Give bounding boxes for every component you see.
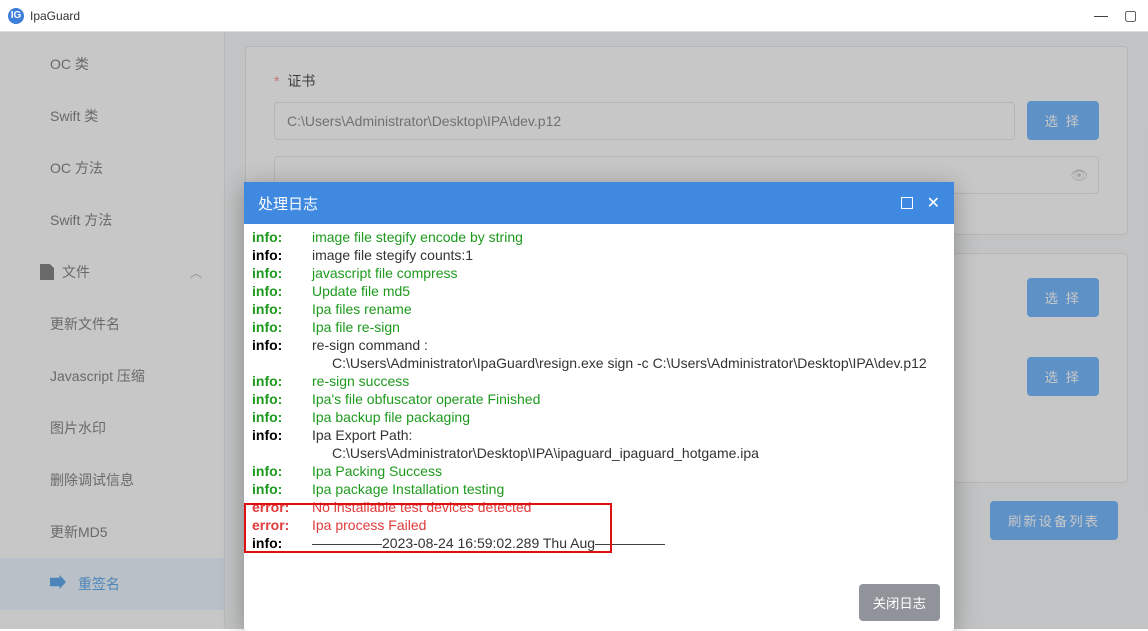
log-level: info:: [252, 247, 312, 263]
modal-header: 处理日志 ✕: [244, 182, 954, 224]
log-level: info:: [252, 229, 312, 245]
log-line: info:re-sign success: [252, 372, 946, 390]
log-level: error:: [252, 517, 312, 533]
log-line: info:Ipa file re-sign: [252, 318, 946, 336]
log-level: info:: [252, 373, 312, 389]
log-message: javascript file compress: [312, 265, 946, 281]
log-line: info:image file stegify encode by string: [252, 228, 946, 246]
log-message: Ipa's file obfuscator operate Finished: [312, 391, 946, 407]
log-line: error:Ipa process Failed: [252, 516, 946, 534]
log-message: Ipa process Failed: [312, 517, 946, 533]
log-line: info:Ipa Export Path:: [252, 426, 946, 444]
log-message: re-sign command :: [312, 337, 946, 353]
log-level: info:: [252, 535, 312, 551]
log-message: Ipa package Installation testing: [312, 481, 946, 497]
log-level: info:: [252, 391, 312, 407]
log-message: Update file md5: [312, 283, 946, 299]
log-level: info:: [252, 337, 312, 353]
close-log-button[interactable]: 关闭日志: [859, 584, 940, 621]
log-line: C:\Users\Administrator\IpaGuard\resign.e…: [252, 354, 946, 372]
log-level: info:: [252, 463, 312, 479]
log-line: C:\Users\Administrator\Desktop\IPA\ipagu…: [252, 444, 946, 462]
log-message: re-sign success: [312, 373, 946, 389]
close-icon[interactable]: ✕: [927, 193, 940, 213]
log-line: info:Ipa's file obfuscator operate Finis…: [252, 390, 946, 408]
log-message: Ipa file re-sign: [312, 319, 946, 335]
app-title: IpaGuard: [30, 9, 80, 23]
log-line: info:Ipa files rename: [252, 300, 946, 318]
log-level: info:: [252, 265, 312, 281]
log-line: info:Update file md5: [252, 282, 946, 300]
log-message: Ipa backup file packaging: [312, 409, 946, 425]
log-message: Ipa Packing Success: [312, 463, 946, 479]
window-titlebar: IG IpaGuard — ▢: [0, 0, 1148, 32]
modal-title: 处理日志: [258, 193, 318, 214]
log-message: —————2023-08-24 16:59:02.289 Thu Aug————…: [312, 535, 946, 551]
log-body[interactable]: info:image file stegify encode by string…: [244, 224, 954, 574]
log-line: info:image file stegify counts:1: [252, 246, 946, 264]
log-message: C:\Users\Administrator\Desktop\IPA\ipagu…: [312, 445, 946, 461]
log-message: C:\Users\Administrator\IpaGuard\resign.e…: [312, 355, 946, 371]
log-line: info:re-sign command :: [252, 336, 946, 354]
log-line: info:Ipa Packing Success: [252, 462, 946, 480]
log-line: info:—————2023-08-24 16:59:02.289 Thu Au…: [252, 534, 946, 552]
log-level: info:: [252, 301, 312, 317]
maximize-icon[interactable]: ▢: [1124, 7, 1136, 24]
minimize-icon[interactable]: —: [1094, 7, 1106, 24]
log-message: image file stegify counts:1: [312, 247, 946, 263]
fullscreen-icon[interactable]: [901, 197, 913, 209]
log-level: info:: [252, 427, 312, 443]
modal-footer: 关闭日志: [244, 574, 954, 631]
log-message: Ipa files rename: [312, 301, 946, 317]
log-message: Ipa Export Path:: [312, 427, 946, 443]
log-line: info:Ipa backup file packaging: [252, 408, 946, 426]
window-controls: — ▢: [1094, 7, 1140, 24]
log-level: error:: [252, 499, 312, 515]
log-modal: 处理日志 ✕ info:image file stegify encode by…: [244, 182, 954, 631]
app-icon: IG: [8, 8, 24, 24]
log-level: info:: [252, 409, 312, 425]
log-message: No installable test devices detected: [312, 499, 946, 515]
log-level: info:: [252, 481, 312, 497]
log-message: image file stegify encode by string: [312, 229, 946, 245]
log-line: info:Ipa package Installation testing: [252, 480, 946, 498]
log-level: info:: [252, 283, 312, 299]
log-line: info:javascript file compress: [252, 264, 946, 282]
log-level: info:: [252, 319, 312, 335]
log-line: error:No installable test devices detect…: [252, 498, 946, 516]
